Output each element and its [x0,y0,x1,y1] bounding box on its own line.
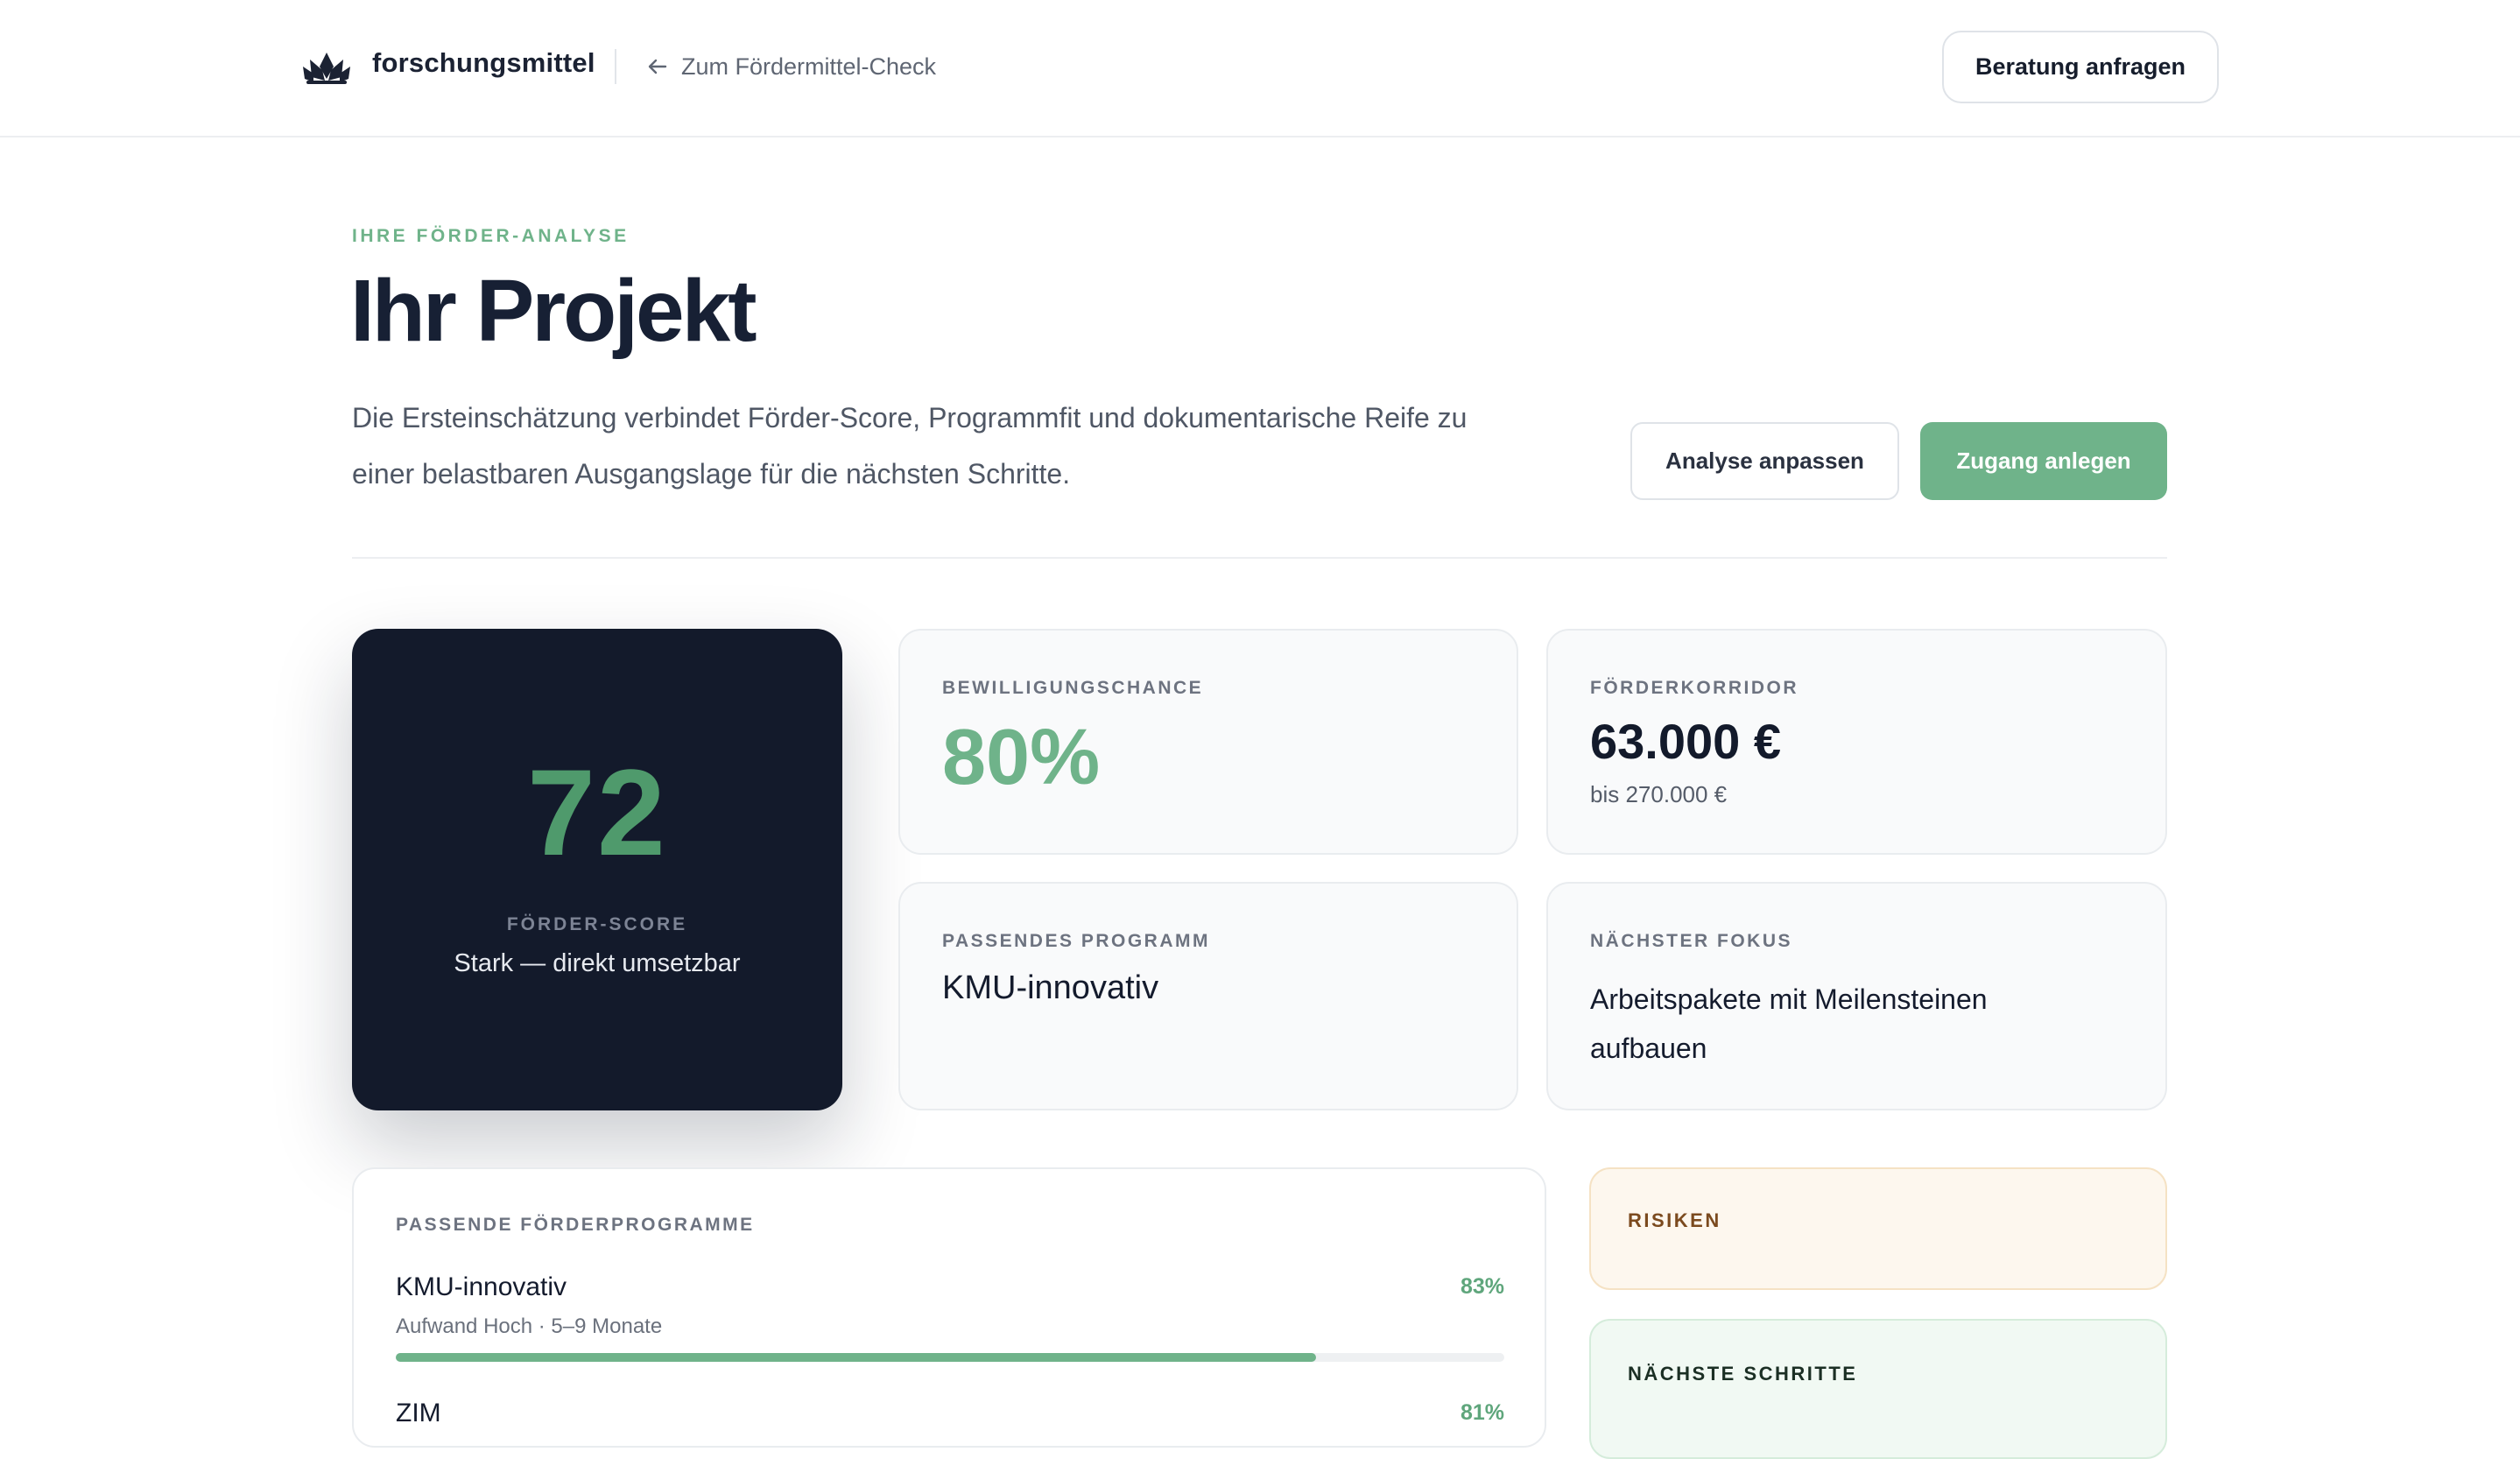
funding-score-value: 72 [527,744,667,881]
back-to-check-link[interactable]: Zum Fördermittel-Check [646,51,936,82]
program-fit-percent: 83% [1460,1274,1504,1299]
funding-score-description: Stark — direkt umsetzbar [454,949,741,977]
lotus-logo-icon[interactable] [301,47,352,86]
risks-label: RISIKEN [1628,1209,1721,1231]
risks-card: RISIKEN [1589,1167,2167,1290]
matching-programs-label: PASSENDE FÖRDERPROGRAMME [396,1215,755,1235]
funding-corridor-value: 63.000 € [1590,714,1781,769]
approval-chance-label: BEWILLIGUNGSCHANCE [942,678,1204,698]
next-focus-label: NÄCHSTER FOKUS [1590,931,1793,951]
matching-program-label: PASSENDES PROGRAMM [942,931,1210,951]
brand-name[interactable]: forschungsmittel [372,47,595,79]
page-title: Ihr Projekt [350,262,757,360]
program-fit-track [396,1353,1504,1362]
request-consultation-button[interactable]: Beratung anfragen [1942,31,2219,103]
header-divider [615,49,616,84]
back-link-label: Zum Fördermittel-Check [681,53,937,80]
funding-score-label: FÖRDER-SCORE [506,914,688,934]
arrow-left-icon [648,59,667,74]
program-row[interactable]: KMU-innovativ 83% Aufwand Hoch · 5–9 Mon… [396,1272,1504,1362]
funding-corridor-card: FÖRDERKORRIDOR 63.000 € bis 270.000 € [1546,629,2167,855]
next-focus-value: Arbeitspakete mit Meilensteinen aufbauen [1590,983,1988,1064]
intro-description: Die Ersteinschätzung verbindet Förder-Sc… [352,402,1468,490]
approval-chance-value: 80% [942,714,1101,801]
program-name: ZIM [396,1399,441,1427]
matching-programs-panel: PASSENDE FÖRDERPROGRAMME KMU-innovativ 8… [352,1167,1546,1448]
program-name: KMU-innovativ [396,1272,567,1301]
funding-corridor-label: FÖRDERKORRIDOR [1590,678,1798,698]
next-focus-card: NÄCHSTER FOKUS Arbeitspakete mit Meilens… [1546,882,2167,1110]
approval-chance-card: BEWILLIGUNGSCHANCE 80% [898,629,1518,855]
section-divider [352,557,2167,559]
funding-corridor-range: bis 270.000 € [1590,781,1728,807]
matching-program-value: KMU-innovativ [942,969,1159,1006]
adjust-analysis-button[interactable]: Analyse anpassen [1630,422,1899,500]
funding-score-card: 72 FÖRDER-SCORE Stark — direkt umsetzbar [352,629,842,1110]
matching-program-card: PASSENDES PROGRAMM KMU-innovativ [898,882,1518,1110]
program-row[interactable]: ZIM 81% [396,1399,1504,1428]
create-access-button[interactable]: Zugang anlegen [1920,422,2167,500]
program-meta: Aufwand Hoch · 5–9 Monate [396,1315,663,1338]
top-navigation-bar: forschungsmittel Zum Fördermittel-Check … [0,0,2520,137]
section-eyebrow: IHRE FÖRDER-ANALYSE [352,226,630,246]
program-fit-bar [396,1353,1316,1362]
next-steps-label: NÄCHSTE SCHRITTE [1628,1363,1858,1385]
next-steps-card: NÄCHSTE SCHRITTE [1589,1319,2167,1459]
program-fit-percent: 81% [1460,1400,1504,1425]
